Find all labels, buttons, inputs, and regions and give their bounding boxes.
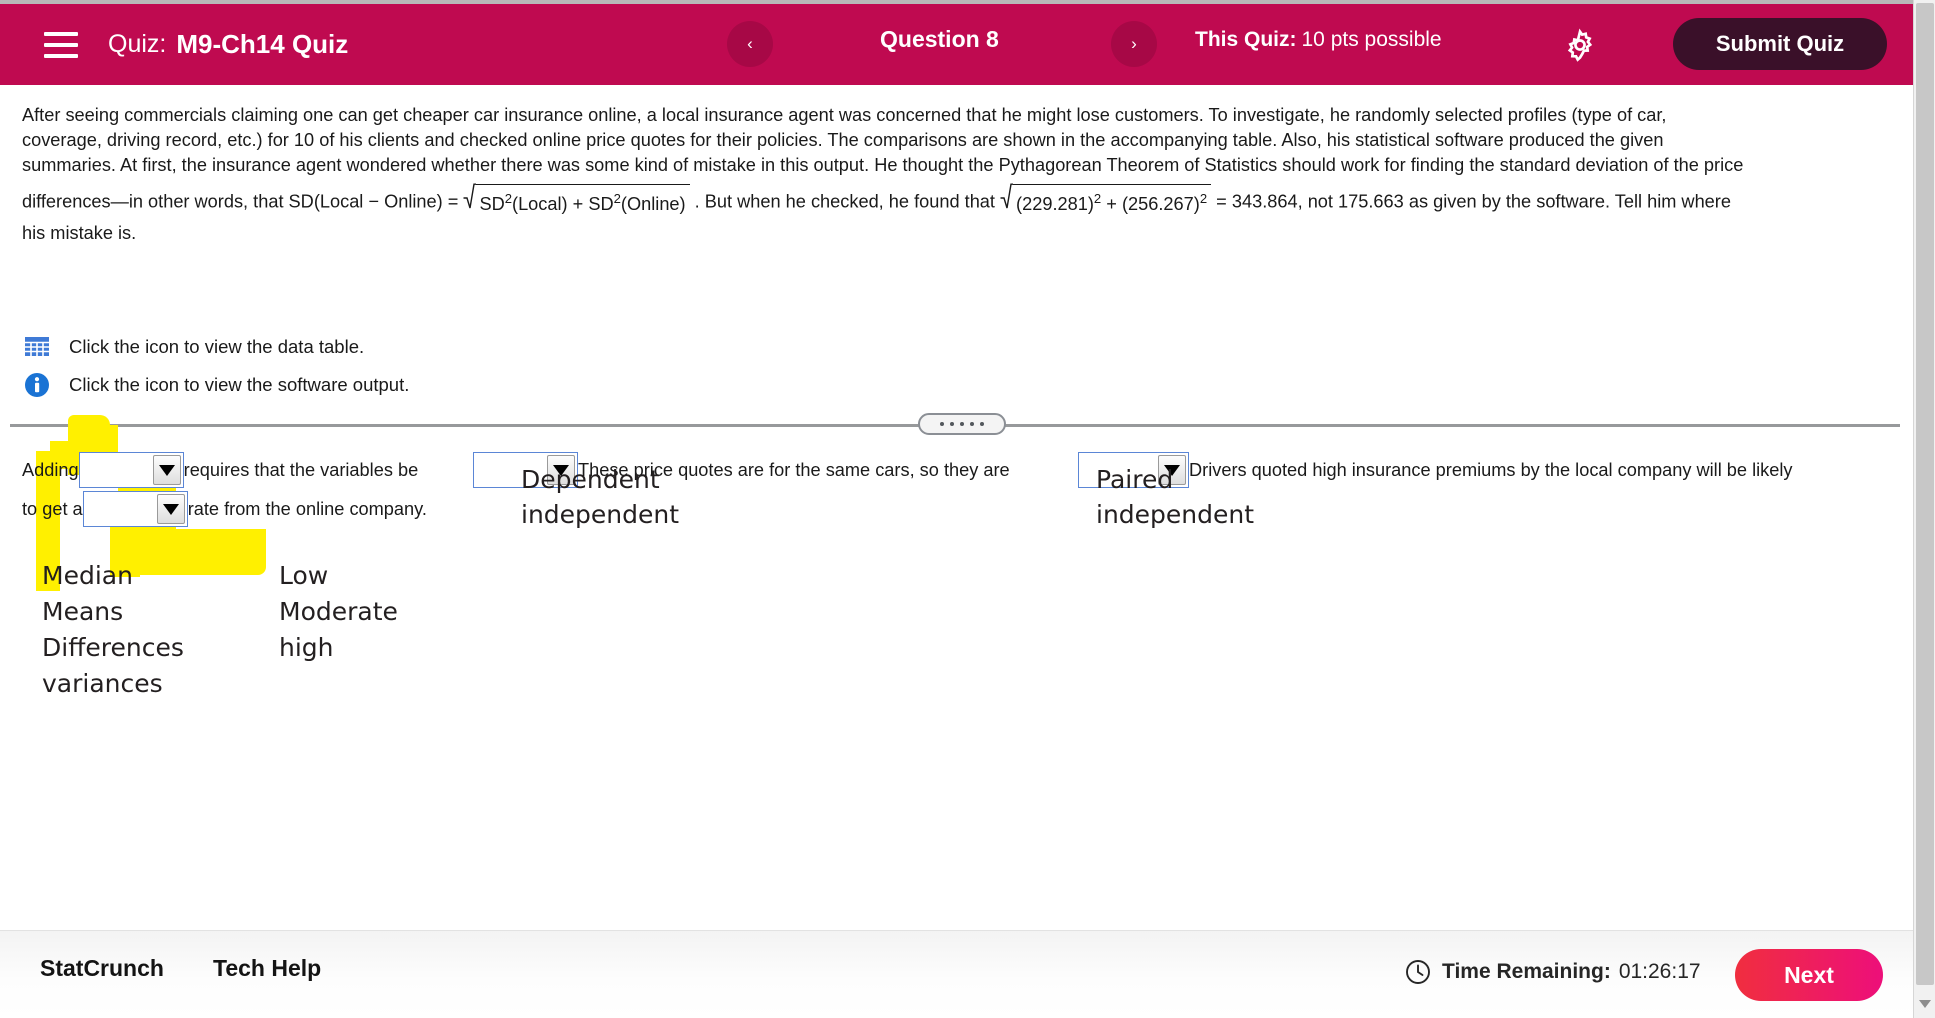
annotation-line: Low — [279, 561, 329, 590]
annotation-line: variances — [42, 669, 163, 698]
next-question-button[interactable]: › — [1111, 21, 1157, 67]
submit-quiz-button[interactable]: Submit Quiz — [1673, 18, 1887, 70]
previous-question-button[interactable]: ‹ — [727, 21, 773, 67]
question-line: summaries. At first, the insurance agent… — [22, 155, 1744, 175]
sd-online-arg: (Online) — [620, 194, 686, 214]
radicand-1: SD2(Local) + SD2(Online) — [476, 184, 690, 221]
annotation-line: Means — [42, 597, 124, 626]
annotation-line: Paired — [1096, 465, 1174, 494]
drag-dot — [940, 422, 944, 426]
gear-icon[interactable] — [1563, 28, 1597, 62]
sd-online-term: SD — [588, 194, 614, 214]
time-remaining-label: Time Remaining: — [1442, 960, 1611, 983]
annotation-line: Dependent — [521, 465, 660, 494]
question-content-area: After seeing commercials claiming one ca… — [0, 85, 1913, 930]
statcrunch-link[interactable]: StatCrunch — [40, 955, 164, 982]
answer-text-rate-online: rate from the online company. — [187, 498, 427, 519]
annotation-column-1: Median Means Differences variances — [42, 561, 184, 698]
annotation-line: Differences — [42, 633, 184, 662]
dropdown-rate[interactable] — [82, 491, 188, 527]
tech-help-link[interactable]: Tech Help — [213, 955, 321, 982]
drag-dot — [980, 422, 984, 426]
sd-local-term: SD — [479, 194, 505, 214]
chevron-left-icon: ‹ — [747, 34, 753, 53]
annotation-column-2: Low Moderate high — [279, 561, 398, 662]
drag-dot — [960, 422, 964, 426]
answer-text-to-get-a: to get a — [22, 498, 83, 519]
quiz-prefix-label: Quiz: — [108, 30, 167, 58]
question-formula-line: differences—in other words, that SD(Loca… — [22, 183, 1888, 221]
question-text: After seeing commercials claiming one ca… — [22, 103, 1888, 246]
question-line: After seeing commercials claiming one ca… — [22, 105, 1667, 125]
time-remaining-status: Time Remaining: 01:26:17 — [1405, 959, 1701, 985]
drag-dot — [970, 422, 974, 426]
number-a: (229.281) — [1016, 194, 1094, 214]
annotation-line: independent — [1096, 500, 1255, 529]
question-number-label: Question 8 — [880, 26, 999, 52]
chevron-right-icon: › — [1131, 34, 1137, 53]
drag-dot — [950, 422, 954, 426]
question-line: coverage, driving record, etc.) for 10 o… — [22, 130, 1664, 150]
annotation-line: Median — [42, 561, 133, 590]
table-icon[interactable] — [24, 334, 50, 360]
radicand-2: (229.281)2 + (256.267)2 — [1013, 184, 1212, 221]
data-table-link-label: Click the icon to view the data table. — [69, 336, 365, 357]
answer-text-adding: Adding — [22, 459, 79, 480]
splitter-drag-handle[interactable] — [918, 413, 1006, 435]
sd-local-arg: (Local) — [512, 194, 568, 214]
page-title: M9-Ch14 Quiz — [176, 29, 349, 59]
formula-middle: . But when he checked, he found that — [694, 191, 995, 212]
formula-suffix: = 343.864, not 175.663 as given by the s… — [1216, 191, 1731, 212]
annotation-paired-options: Paired independent — [1096, 465, 1254, 529]
time-remaining-value: 01:26:17 — [1618, 960, 1701, 983]
question-last-line: his mistake is. — [22, 223, 137, 243]
answer-sentence-4: to get a rate from the online company. — [22, 491, 427, 527]
dropdown-adding[interactable] — [78, 452, 184, 488]
annotation-dependent-options: Dependent independent — [521, 465, 679, 529]
scroll-down-arrow-icon[interactable] — [1919, 1000, 1931, 1008]
chevron-down-icon[interactable] — [152, 455, 181, 485]
software-output-link-label: Click the icon to view the software outp… — [69, 374, 410, 395]
sqrt-expression-2: (229.281)2 + (256.267)2 — [1000, 183, 1212, 221]
exponent-2: 2 — [504, 190, 513, 206]
plus-sign: + — [1106, 194, 1117, 214]
vertical-scrollbar[interactable] — [1913, 0, 1935, 1018]
answer-sentence-1: Adding requires that the variables be — [22, 452, 418, 488]
answer-region: Adding requires that the variables be Th… — [0, 415, 1913, 907]
quiz-points-value: 10 pts possible — [1301, 28, 1442, 51]
next-button[interactable]: Next — [1735, 949, 1883, 1001]
chevron-down-icon[interactable] — [156, 494, 185, 524]
quiz-points-prefix: This Quiz: — [1195, 28, 1297, 51]
exponent-2: 2 — [613, 190, 621, 206]
answer-text-drivers: Drivers quoted high insurance premiums b… — [1189, 459, 1793, 480]
quiz-footer-bar: StatCrunch Tech Help Time Remaining: 01:… — [0, 930, 1913, 1018]
exponent-2: 2 — [1199, 190, 1208, 206]
quiz-header-bar: Quiz: M9-Ch14 Quiz ‹ Question 8 › This Q… — [0, 4, 1913, 85]
answer-text-requires: requires that the variables be — [183, 459, 419, 480]
scrollbar-thumb[interactable] — [1916, 3, 1934, 985]
annotation-line: high — [279, 633, 334, 662]
formula-prefix: differences—in other words, that SD(Loca… — [22, 191, 459, 212]
radical-sign-icon — [1000, 183, 1014, 220]
hamburger-icon[interactable] — [44, 31, 78, 58]
data-table-link[interactable]: Click the icon to view the data table. — [24, 334, 364, 360]
software-output-link[interactable]: Click the icon to view the software outp… — [24, 372, 409, 398]
sqrt-expression-1: SD2(Local) + SD2(Online) — [463, 183, 690, 221]
plus-sign: + — [572, 194, 584, 214]
annotation-line: Moderate — [279, 597, 398, 626]
radical-sign-icon — [463, 183, 477, 220]
info-icon[interactable] — [24, 372, 50, 398]
quiz-points-status: This Quiz: 10 pts possible — [1195, 28, 1442, 52]
clock-icon — [1405, 959, 1431, 985]
number-b: (256.267) — [1121, 194, 1200, 214]
exponent-2: 2 — [1093, 190, 1102, 206]
annotation-line: independent — [521, 500, 680, 529]
quiz-page: Quiz: M9-Ch14 Quiz ‹ Question 8 › This Q… — [0, 0, 1935, 1018]
